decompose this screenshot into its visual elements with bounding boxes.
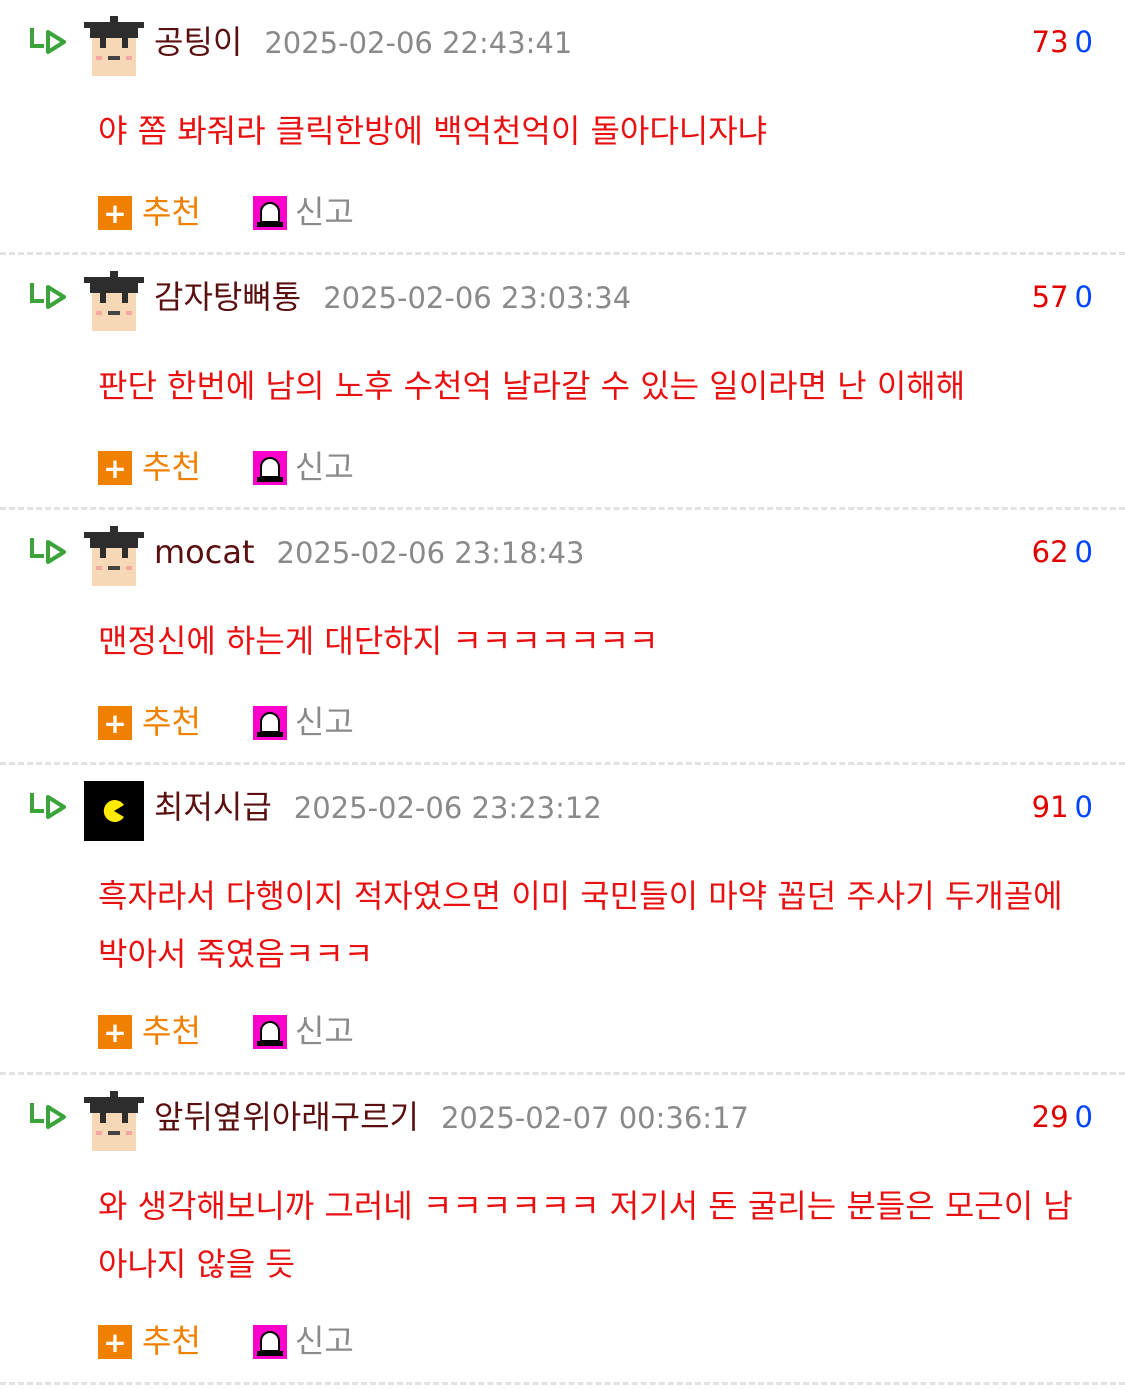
comment-actions: + 추천 신고: [98, 1006, 354, 1052]
recommend-button[interactable]: 추천: [142, 442, 201, 488]
plus-icon[interactable]: +: [98, 1015, 132, 1049]
author-name[interactable]: 앞뒤옆위아래구르기: [154, 1098, 419, 1136]
comment-actions: + 추천 신고: [98, 442, 354, 488]
comment-actions: + 추천 신고: [98, 697, 354, 743]
comment-date: 2025-02-06 23:18:43: [276, 536, 585, 570]
comment-item: 공팅이 2025-02-06 22:43:41 73 0 야 쫌 봐줘라 클릭한방에…: [0, 0, 1125, 255]
comment-actions: + 추천 신고: [98, 1316, 354, 1362]
comment-author[interactable]: 최저시급 2025-02-06 23:23:12: [154, 787, 602, 828]
plus-icon[interactable]: +: [98, 451, 132, 485]
graduate-avatar-icon: [84, 271, 144, 331]
graduate-avatar-icon: [84, 16, 144, 76]
downvote-count: 0: [1074, 535, 1093, 569]
downvote-count: 0: [1074, 25, 1093, 59]
author-name[interactable]: 공팅이: [154, 23, 242, 61]
report-button[interactable]: 신고: [295, 697, 354, 743]
siren-icon[interactable]: [252, 196, 287, 230]
comment-text: 흑자라서 다행이지 적자였으면 이미 국민들이 마약 꼽던 주사기 두개골에 박…: [98, 877, 1063, 973]
comment-date: 2025-02-06 22:43:41: [264, 26, 573, 60]
upvote-count: 29: [1031, 1100, 1069, 1134]
recommend-button[interactable]: 추천: [142, 1316, 201, 1362]
reply-arrow-icon: [30, 538, 66, 564]
vote-counts: 57 0: [1032, 277, 1093, 317]
vote-counts: 29 0: [1032, 1097, 1093, 1137]
siren-icon[interactable]: [252, 1325, 287, 1359]
comment-date: 2025-02-06 23:03:34: [323, 281, 632, 315]
upvote-count: 91: [1031, 790, 1069, 824]
downvote-count: 0: [1074, 280, 1093, 314]
author-name[interactable]: 감자탕뼈통: [154, 278, 301, 316]
report-button[interactable]: 신고: [295, 1316, 354, 1362]
comment-actions: + 추천 신고: [98, 187, 354, 233]
author-name[interactable]: mocat: [154, 533, 255, 571]
comment-item: mocat 2025-02-06 23:18:43 62 0 맨정신에 하는게 대단…: [0, 510, 1125, 765]
report-button[interactable]: 신고: [295, 1006, 354, 1052]
plus-icon[interactable]: +: [98, 1325, 132, 1359]
comment-author[interactable]: 감자탕뼈통 2025-02-06 23:03:34: [154, 277, 631, 318]
reply-arrow-icon: [30, 28, 66, 54]
comment-date: 2025-02-07 00:36:17: [440, 1101, 749, 1135]
graduate-avatar-icon: [84, 526, 144, 586]
comment-text: 맨정신에 하는게 대단하지 ㅋㅋㅋㅋㅋㅋㅋ: [98, 622, 659, 660]
downvote-count: 0: [1074, 790, 1093, 824]
reply-arrow-icon: [30, 1103, 66, 1129]
vote-counts: 91 0: [1032, 787, 1093, 827]
comment-author[interactable]: 앞뒤옆위아래구르기 2025-02-07 00:36:17: [154, 1097, 749, 1138]
pacman-avatar-icon: [84, 781, 144, 841]
report-button[interactable]: 신고: [295, 187, 354, 233]
upvote-count: 73: [1031, 25, 1069, 59]
comment-date: 2025-02-06 23:23:12: [293, 791, 602, 825]
vote-counts: 73 0: [1032, 22, 1093, 62]
author-name[interactable]: 최저시급: [154, 788, 272, 826]
comment-item: 앞뒤옆위아래구르기 2025-02-07 00:36:17 29 0 와 생각해보니…: [0, 1075, 1125, 1385]
comment-author[interactable]: mocat 2025-02-06 23:18:43: [154, 532, 585, 573]
comment-author[interactable]: 공팅이 2025-02-06 22:43:41: [154, 22, 572, 63]
report-button[interactable]: 신고: [295, 442, 354, 488]
comment-item: 감자탕뼈통 2025-02-06 23:03:34 57 0 판단 한번에 남의 노…: [0, 255, 1125, 510]
comment-text: 야 쫌 봐줘라 클릭한방에 백억천억이 돌아다니자냐: [98, 112, 768, 150]
siren-icon[interactable]: [252, 1015, 287, 1049]
comment-text: 판단 한번에 남의 노후 수천억 날라갈 수 있는 일이라면 난 이해해: [98, 367, 966, 405]
recommend-button[interactable]: 추천: [142, 1006, 201, 1052]
plus-icon[interactable]: +: [98, 196, 132, 230]
siren-icon[interactable]: [252, 706, 287, 740]
plus-icon[interactable]: +: [98, 706, 132, 740]
vote-counts: 62 0: [1032, 532, 1093, 572]
recommend-button[interactable]: 추천: [142, 187, 201, 233]
siren-icon[interactable]: [252, 451, 287, 485]
graduate-avatar-icon: [84, 1091, 144, 1151]
comment-text: 와 생각해보니까 그러네 ㅋㅋㅋㅋㅋㅋ 저기서 돈 굴리는 분들은 모근이 남아…: [98, 1187, 1073, 1283]
upvote-count: 62: [1031, 535, 1069, 569]
reply-arrow-icon: [30, 793, 66, 819]
recommend-button[interactable]: 추천: [142, 697, 201, 743]
reply-arrow-icon: [30, 283, 66, 309]
comment-item: 최저시급 2025-02-06 23:23:12 91 0 흑자라서 다행이지 적자…: [0, 765, 1125, 1075]
downvote-count: 0: [1074, 1100, 1093, 1134]
upvote-count: 57: [1031, 280, 1069, 314]
